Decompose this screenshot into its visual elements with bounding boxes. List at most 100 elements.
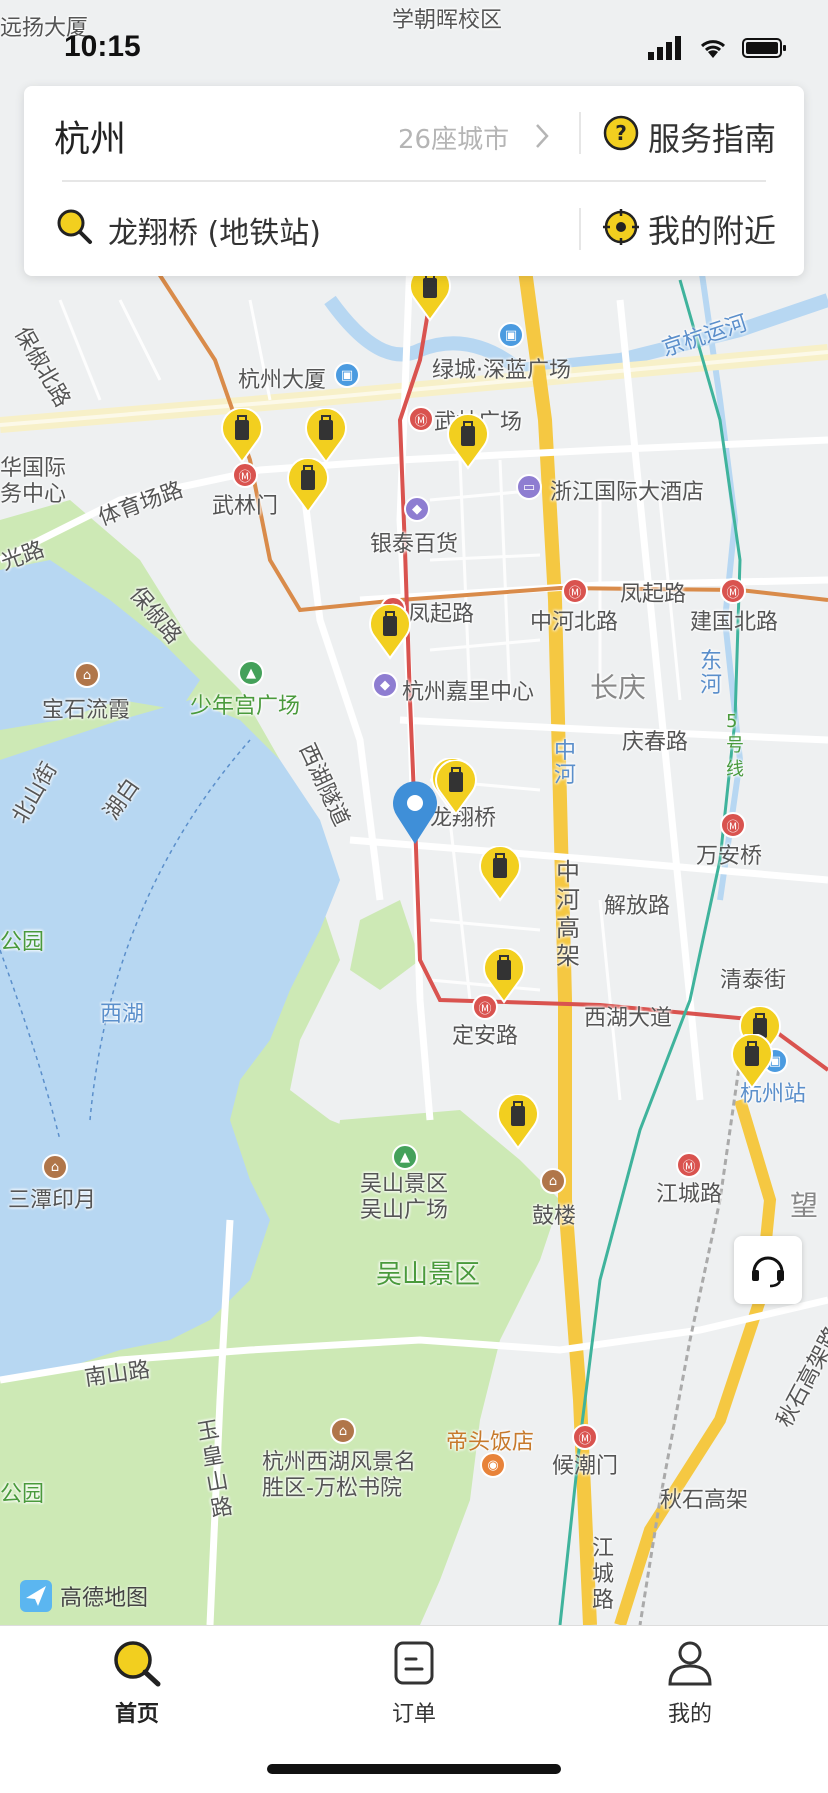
question-icon[interactable]: ? bbox=[602, 114, 640, 152]
divider bbox=[579, 208, 581, 250]
restaurant-icon: ◉ bbox=[480, 1452, 506, 1478]
map-label: 候潮门 bbox=[552, 1454, 619, 1479]
map-label: 中河高架 bbox=[556, 858, 580, 970]
map-label: 中河北路 bbox=[530, 610, 619, 635]
wifi-icon bbox=[700, 40, 726, 58]
hotel-icon: ▭ bbox=[516, 474, 542, 500]
park-icon: ▲ bbox=[238, 660, 264, 686]
search-icon[interactable] bbox=[54, 206, 94, 246]
map-label: 公园 bbox=[0, 930, 45, 955]
map-label: 解放路 bbox=[604, 894, 671, 919]
luggage-icon[interactable] bbox=[496, 1094, 540, 1150]
shopping-icon: ◆ bbox=[404, 496, 430, 522]
amap-logo-icon bbox=[20, 1580, 52, 1612]
map-label: 凤起路 bbox=[408, 602, 475, 627]
map-label: 望 bbox=[790, 1189, 819, 1222]
status-bar: 10:15 bbox=[0, 0, 828, 98]
nearby-button[interactable]: 我的附近 bbox=[648, 206, 776, 252]
divider bbox=[579, 112, 581, 154]
battery-icon bbox=[742, 38, 786, 58]
location-pin-icon bbox=[392, 780, 438, 846]
map-label: 庆春路 bbox=[622, 730, 689, 755]
location-input[interactable]: 龙翔桥 (地铁站) bbox=[108, 208, 321, 252]
map-label: 中河 bbox=[554, 739, 577, 788]
tab-mine[interactable]: 我的 bbox=[630, 1638, 750, 1728]
scenic-spot-icon: ⌂ bbox=[42, 1154, 68, 1180]
map-label: 公园 bbox=[0, 1482, 45, 1507]
tab-orders-label: 订单 bbox=[391, 1702, 436, 1727]
home-indicator bbox=[267, 1764, 561, 1774]
luggage-icon[interactable] bbox=[434, 760, 478, 816]
scenic-spot-icon: ⌂ bbox=[74, 662, 100, 688]
map-label: 长庆 bbox=[590, 671, 647, 704]
luggage-icon[interactable] bbox=[446, 414, 490, 470]
locate-icon[interactable] bbox=[602, 208, 640, 246]
map-label: 吴山景区 bbox=[376, 1260, 481, 1290]
tab-mine-label: 我的 bbox=[667, 1702, 712, 1727]
map-label: 秋石高架 bbox=[660, 1488, 749, 1513]
tab-home[interactable]: 首页 bbox=[77, 1638, 197, 1728]
location-row[interactable]: 龙翔桥 (地铁站) 我的附近 bbox=[24, 182, 804, 276]
city-row: 杭州 26座城市 ? 服务指南 bbox=[24, 86, 804, 180]
service-guide-button[interactable]: 服务指南 bbox=[648, 114, 776, 160]
map-label: 东河 bbox=[700, 649, 723, 698]
metro-station-icon: Ⓜ bbox=[720, 812, 746, 838]
luggage-icon[interactable] bbox=[482, 948, 526, 1004]
scenic-spot-icon: ⌂ bbox=[330, 1418, 356, 1444]
cellular-signal-icon bbox=[648, 36, 681, 60]
tab-orders[interactable]: 订单 bbox=[354, 1638, 474, 1728]
luggage-icon[interactable] bbox=[304, 408, 348, 464]
status-time: 10:15 bbox=[64, 30, 141, 63]
shopping-icon: ◆ bbox=[372, 672, 398, 698]
map-label: 吴山景区 吴山广场 bbox=[360, 1172, 449, 1223]
metro-station-icon: Ⓜ bbox=[720, 578, 746, 604]
luggage-icon[interactable] bbox=[368, 604, 412, 660]
map-label: 万安桥 bbox=[696, 844, 763, 869]
search-icon bbox=[114, 1641, 161, 1687]
city-count-link[interactable]: 26座城市 bbox=[398, 119, 509, 156]
map-label: 建国北路 bbox=[690, 610, 779, 635]
luggage-icon[interactable] bbox=[220, 408, 264, 464]
headset-icon bbox=[752, 1256, 784, 1288]
metro-station-icon: Ⓜ bbox=[232, 462, 258, 488]
map-label: 定安路 bbox=[452, 1024, 519, 1049]
building-icon: ▣ bbox=[498, 322, 524, 348]
map-label: 绿城·深蓝广场 bbox=[432, 358, 571, 383]
user-icon bbox=[668, 1641, 712, 1686]
metro-station-icon: Ⓜ bbox=[676, 1152, 702, 1178]
metro-station-icon: Ⓜ bbox=[572, 1424, 598, 1450]
metro-station-icon: Ⓜ bbox=[408, 406, 434, 432]
customer-service-button[interactable] bbox=[734, 1236, 802, 1304]
city-name: 杭州 bbox=[54, 119, 127, 160]
map-label: 5号线 bbox=[726, 711, 744, 780]
metro-station-icon: Ⓜ bbox=[562, 578, 588, 604]
map-label: 凤起路 bbox=[620, 582, 687, 607]
map-label: 华国际 务中心 bbox=[0, 456, 67, 507]
amap-logo-text: 高德地图 bbox=[60, 1586, 149, 1611]
map-label: 江城路 bbox=[656, 1182, 723, 1207]
map-label: 武林门 bbox=[212, 494, 279, 519]
map-label: 杭州大厦 bbox=[238, 368, 327, 393]
map-label: 少年宫广场 bbox=[190, 694, 301, 719]
luggage-icon[interactable] bbox=[478, 846, 522, 902]
map-label: 银泰百货 bbox=[370, 532, 459, 557]
luggage-icon[interactable] bbox=[286, 458, 330, 514]
map-label: 浙江国际大酒店 bbox=[550, 480, 705, 505]
map-label: 江城路 bbox=[592, 1536, 615, 1613]
map-label: 杭州西湖风景名 胜区-万松书院 bbox=[262, 1450, 417, 1501]
map-label: 西湖 bbox=[100, 1002, 145, 1027]
map-label: 鼓楼 bbox=[532, 1204, 577, 1229]
map-label: 杭州嘉里中心 bbox=[402, 680, 535, 705]
map-label: 宝石流霞 bbox=[42, 698, 131, 723]
amap-logo: 高德地图 bbox=[18, 1578, 148, 1614]
svg-text:?: ? bbox=[615, 121, 627, 145]
tab-home-label: 首页 bbox=[114, 1702, 159, 1727]
map-label: 西湖大道 bbox=[584, 1006, 673, 1031]
scenic-spot-icon: ⌂ bbox=[540, 1168, 566, 1194]
luggage-icon[interactable] bbox=[730, 1034, 774, 1090]
map-label: 清泰街 bbox=[720, 968, 787, 993]
chevron-right-icon[interactable] bbox=[534, 122, 550, 150]
building-icon: ▣ bbox=[334, 362, 360, 388]
map-label: 三潭印月 bbox=[8, 1188, 97, 1213]
orders-icon bbox=[394, 1641, 434, 1685]
